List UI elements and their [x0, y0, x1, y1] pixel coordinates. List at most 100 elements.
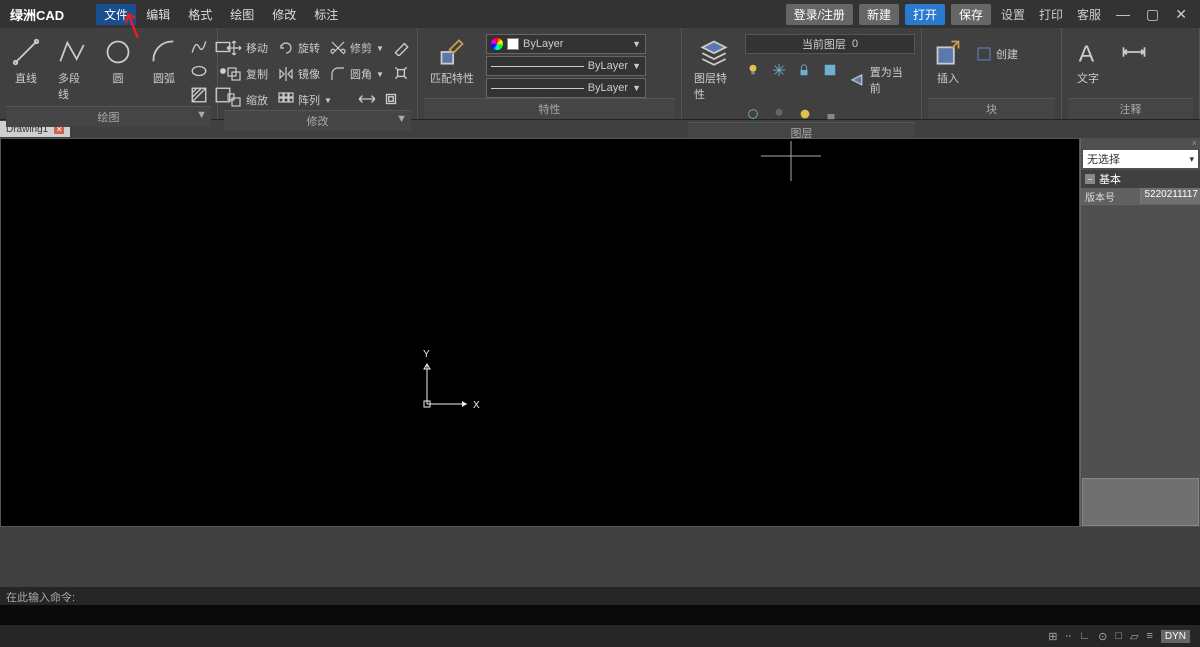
selection-dropdown[interactable]: 无选择 ▾: [1083, 150, 1198, 168]
menu-draw[interactable]: 绘图: [222, 4, 262, 25]
tool-insert-block[interactable]: 插入: [928, 34, 968, 90]
array-icon: [278, 92, 294, 108]
tool-line[interactable]: 直线: [6, 34, 46, 90]
layer-freeze-icon[interactable]: [771, 62, 787, 78]
tool-rotate[interactable]: 旋转: [276, 38, 322, 58]
chevron-down-icon: ▾: [1189, 154, 1194, 165]
fillet-icon: [330, 66, 346, 82]
arc-icon: [150, 38, 178, 66]
layer-color-icon[interactable]: [822, 62, 838, 78]
collapse-icon: −: [1085, 174, 1095, 184]
props-group-basic[interactable]: − 基本: [1081, 170, 1200, 188]
menubar-right: 登录/注册 新建 打开 保存 设置 打印 客服 — ▢ ✕: [786, 4, 1192, 25]
create-icon: [976, 46, 992, 62]
tool-arc[interactable]: 圆弧: [144, 34, 184, 90]
current-layer-display[interactable]: 当前图层 0: [745, 34, 915, 54]
tool-offset[interactable]: [382, 90, 400, 108]
ortho-icon[interactable]: ∟: [1079, 630, 1090, 642]
color-dropdown[interactable]: ByLayer ▼: [486, 34, 646, 54]
tool-spline[interactable]: [190, 38, 208, 56]
ribbon-group-block: 插入 创建 块: [922, 28, 1062, 119]
minimize-button[interactable]: —: [1111, 6, 1135, 22]
linetype-dropdown[interactable]: ByLayer ▼: [486, 56, 646, 76]
tool-hatch[interactable]: [190, 86, 208, 104]
tool-explode[interactable]: [392, 64, 410, 82]
tool-match-properties[interactable]: 匹配特性: [424, 34, 480, 90]
svg-text:X: X: [473, 400, 480, 411]
scale-icon: [226, 92, 242, 108]
service-button[interactable]: 客服: [1073, 6, 1105, 23]
svg-text:Y: Y: [423, 349, 430, 360]
chevron-down-icon[interactable]: ▼: [196, 109, 207, 121]
properties-panel: × 无选择 ▾ − 基本 版本号 5220211117: [1080, 138, 1200, 527]
settings-button[interactable]: 设置: [997, 6, 1029, 23]
print-button[interactable]: 打印: [1035, 6, 1067, 23]
menu-dimension[interactable]: 标注: [306, 4, 346, 25]
snap-endpoint-icon[interactable]: ⸱⸱: [1065, 629, 1071, 644]
trim-icon: [330, 40, 346, 56]
menu-edit[interactable]: 编辑: [138, 4, 178, 25]
line-icon: [12, 38, 40, 66]
dyn-toggle[interactable]: DYN: [1161, 630, 1190, 643]
polar-icon[interactable]: ⊙: [1098, 630, 1107, 643]
ribbon-group-layer: 图层特性 当前图层 0 置为当前: [682, 28, 922, 119]
command-line[interactable]: 在此输入命令:: [0, 587, 1200, 605]
ucs-icon: X Y: [419, 349, 489, 422]
app-title: 绿洲CAD: [10, 5, 64, 24]
set-current-icon: [850, 72, 866, 88]
chevron-down-icon: ▼: [632, 83, 641, 93]
tool-set-current-layer[interactable]: 置为当前: [848, 62, 915, 98]
tool-copy[interactable]: 复制: [224, 64, 270, 84]
snap-grid-icon[interactable]: ⊞: [1048, 630, 1057, 643]
color-wheel-icon: [491, 38, 503, 50]
new-button[interactable]: 新建: [859, 4, 899, 25]
lineweight-icon[interactable]: ≡: [1146, 630, 1152, 642]
menu-file[interactable]: 文件: [96, 4, 136, 25]
save-button[interactable]: 保存: [951, 4, 991, 25]
close-button[interactable]: ✕: [1170, 6, 1192, 23]
tool-stretch[interactable]: [358, 90, 376, 108]
tool-erase[interactable]: [392, 38, 410, 56]
tool-ellipse[interactable]: [190, 62, 208, 80]
chevron-down-icon[interactable]: ▼: [396, 113, 407, 125]
chevron-down-icon: ▼: [632, 39, 641, 49]
osnap-icon[interactable]: □: [1115, 630, 1122, 642]
tool-fillet[interactable]: 圆角▼: [328, 64, 386, 84]
tool-array[interactable]: 阵列▼: [276, 90, 334, 110]
otrack-icon[interactable]: ▱: [1130, 630, 1138, 643]
text-icon: A: [1074, 38, 1102, 66]
menu-format[interactable]: 格式: [180, 4, 220, 25]
login-button[interactable]: 登录/注册: [786, 4, 853, 25]
close-panel-button[interactable]: ×: [1081, 138, 1200, 150]
ribbon: 直线 多段线 圆 圆弧: [0, 28, 1200, 120]
drawing-canvas[interactable]: X Y: [0, 138, 1080, 527]
tool-create-block[interactable]: 创建: [974, 44, 1020, 64]
layer-lightbulb-icon[interactable]: [745, 62, 761, 78]
tool-text[interactable]: A 文字: [1068, 34, 1108, 90]
menu-modify[interactable]: 修改: [264, 4, 304, 25]
menubar: 绿洲CAD 文件 编辑 格式 绘图 修改 标注 登录/注册 新建 打开 保存 设…: [0, 0, 1200, 28]
layer-lock-icon[interactable]: [797, 62, 813, 78]
ribbon-group-annotate: A 文字 注释: [1062, 28, 1200, 119]
tool-polyline[interactable]: 多段线: [52, 34, 92, 106]
lineweight-dropdown[interactable]: ByLayer ▼: [486, 78, 646, 98]
chevron-down-icon: ▼: [632, 61, 641, 71]
polyline-icon: [58, 38, 86, 66]
tool-dimension[interactable]: [1114, 34, 1154, 70]
ribbon-group-draw: 直线 多段线 圆 圆弧: [0, 28, 218, 119]
tool-circle[interactable]: 圆: [98, 34, 138, 90]
tool-trim[interactable]: 修剪▼: [328, 38, 386, 58]
tool-move[interactable]: 移动: [224, 38, 270, 58]
open-button[interactable]: 打开: [905, 4, 945, 25]
layer-properties-icon: [700, 38, 728, 66]
color-swatch: [507, 38, 519, 50]
tool-mirror[interactable]: 镜像: [276, 64, 322, 84]
svg-text:A: A: [1079, 40, 1095, 66]
copy-icon: [226, 66, 242, 82]
insert-icon: [934, 38, 962, 66]
tool-scale[interactable]: 缩放: [224, 90, 270, 110]
statusbar: ⊞ ⸱⸱ ∟ ⊙ □ ▱ ≡ DYN: [0, 625, 1200, 647]
ribbon-group-modify: 移动 旋转 修剪▼ 复制 镜像 圆角▼ 缩放 阵列▼: [218, 28, 418, 119]
tool-layer-properties[interactable]: 图层特性: [688, 34, 739, 106]
maximize-button[interactable]: ▢: [1141, 6, 1164, 23]
